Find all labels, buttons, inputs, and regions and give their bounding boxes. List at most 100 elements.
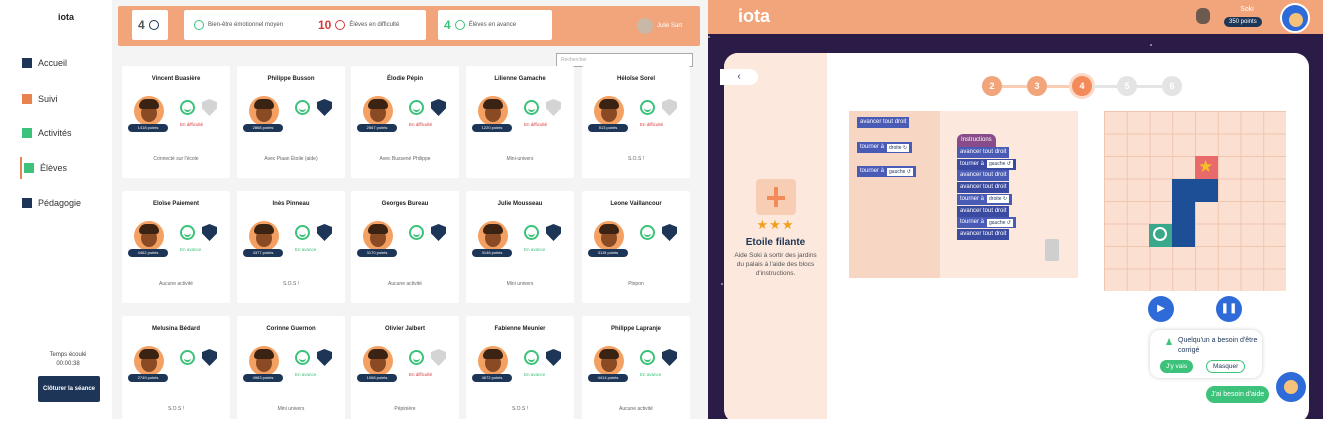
teacher-dashboard: iota Accueil Suivi Activités Élèves Pédagogi…	[0, 0, 708, 428]
student-points: 1220 points	[472, 124, 512, 132]
student-card[interactable]: Leone Vaillancour 3115 points Pinpon	[582, 191, 690, 303]
student-card[interactable]: Julie Mousseau 3146 points En avance Mini u…	[466, 191, 574, 303]
step-4[interactable]: 4	[1072, 76, 1092, 96]
student-card[interactable]: Philippe Lapranje 4414 points En avance Auc…	[582, 316, 690, 428]
turn-block[interactable]: tourner à gauche ↺	[957, 158, 1016, 170]
student-name: Lilienne Gamache	[494, 76, 546, 82]
pause-button[interactable]: ❚❚	[1216, 296, 1242, 322]
end-session-button[interactable]: Clôturer la séance	[38, 376, 100, 402]
student-card[interactable]: Olivier Jalbert 1068 points En difficulté P…	[351, 316, 459, 428]
search-input[interactable]: Rechercher	[556, 53, 693, 67]
student-card[interactable]: Vincent Buasière 1418 points En difficulté…	[122, 66, 230, 178]
forward-block[interactable]: avancer tout droit	[957, 228, 1010, 240]
status-badge: En avance	[295, 372, 317, 377]
student-points: 513 points	[588, 124, 628, 132]
student-activity: Mini univers	[277, 406, 305, 412]
turn-block[interactable]: tourner à gauche ↺	[957, 217, 1016, 229]
shield-icon	[317, 349, 332, 366]
student-card[interactable]: Fabienne Meunier 4672 points En avance S.O.…	[466, 316, 574, 428]
student-avatar	[134, 346, 164, 376]
sidebar-item-0[interactable]: Accueil	[22, 52, 112, 74]
stat-card[interactable]: 10 Élèves en difficulté	[312, 10, 426, 40]
student-card[interactable]: Melusina Bédard 2749 points S.O.S !	[122, 316, 230, 428]
stat-card[interactable]: 4	[132, 10, 168, 40]
forward-block[interactable]: avancer tout droit	[857, 117, 910, 128]
turn-block[interactable]: tourner à droite ↻	[957, 193, 1013, 205]
block-label: tourner à	[860, 144, 885, 150]
student-card[interactable]: Lilienne Gamache 1220 points En difficulté…	[466, 66, 574, 178]
stat-card[interactable]: Bien-être émotionnel moyen	[184, 10, 319, 40]
turn-right-block[interactable]: tourner à droite ↻	[857, 142, 913, 153]
turn-left-block[interactable]: tourner à gauche ↺	[857, 166, 916, 177]
stat-card[interactable]: 4 Élèves en avance	[438, 10, 552, 40]
shield-icon	[202, 99, 217, 116]
student-card[interactable]: Georges Bureau 3170 points Aucune activité	[351, 191, 459, 303]
student-points: 1418 points	[128, 124, 168, 132]
sidebar-item-2[interactable]: Activités	[22, 122, 112, 144]
student-avatar	[134, 221, 164, 251]
shield-icon	[546, 224, 561, 241]
status-badge: En avance	[524, 247, 546, 252]
step-3[interactable]: 3	[1027, 76, 1047, 96]
student-card[interactable]: Eloïse Paiement 4462 points En avance Aucun…	[122, 191, 230, 303]
step-5[interactable]: 5	[1117, 76, 1137, 96]
app-header: iota Soki 350 points	[708, 0, 1323, 34]
smile-icon	[295, 350, 310, 365]
forward-block[interactable]: avancer tout droit	[957, 182, 1010, 194]
help-button[interactable]: J'ai besoin d'aide	[1206, 386, 1270, 403]
student-name: Fabienne Meunier	[494, 326, 546, 332]
sidebar-item-3[interactable]: Élèves	[20, 157, 110, 179]
go-button[interactable]: J'y vais	[1160, 360, 1194, 373]
smile-icon	[640, 225, 655, 240]
hide-button[interactable]: Masquer	[1206, 360, 1246, 373]
user-avatar[interactable]	[1280, 3, 1310, 33]
activities-icon	[22, 128, 32, 138]
helper-avatar[interactable]	[1274, 370, 1308, 404]
sidebar-item-4[interactable]: Pédagogie	[22, 192, 112, 214]
trash-icon[interactable]	[1045, 239, 1059, 261]
direction-dropdown[interactable]: gauche ↺	[987, 218, 1013, 227]
level-stars: ★★★	[756, 217, 795, 232]
sidebar-item-label: Accueil	[38, 58, 68, 68]
student-points: 1068 points	[357, 374, 397, 382]
student-card[interactable]: Élodie Pépin 2567 points En difficulté Avec…	[351, 66, 459, 178]
forward-block[interactable]: avancer tout droit	[957, 147, 1010, 158]
smile-icon	[409, 100, 424, 115]
step-6[interactable]: 6	[1162, 76, 1182, 96]
student-points: 2567 points	[357, 124, 397, 132]
student-activity: S.O.S !	[167, 406, 185, 412]
shield-icon	[431, 224, 446, 241]
step-connector	[1002, 85, 1027, 88]
student-points: 4377 points	[243, 249, 283, 257]
student-card[interactable]: Philippe Busson 2868 points Avec Piaan Éto…	[237, 66, 345, 178]
student-points: 2749 points	[128, 374, 168, 382]
student-activity: Avec Bussené Philippe	[379, 156, 431, 162]
student-card[interactable]: Corinne Guernon 4963 points En avance Mini …	[237, 316, 345, 428]
direction-dropdown[interactable]: droite ↻	[887, 143, 910, 152]
student-activity: Pépinière	[394, 406, 416, 412]
direction-dropdown[interactable]: gauche ↺	[887, 167, 913, 176]
forward-block[interactable]: avancer tout droit	[957, 170, 1010, 182]
notification-bubble: ♟ Quelqu'un a besoin d'être corrigé J'y …	[1150, 330, 1262, 378]
student-activity: Aucune activité	[619, 406, 653, 412]
teacher-user[interactable]: Julie Sart	[636, 18, 682, 34]
sidebar-item-1[interactable]: Suivi	[22, 88, 112, 110]
star-dot	[721, 283, 723, 285]
play-button[interactable]: ▶	[1148, 296, 1174, 322]
student-name: Corinne Guernon	[266, 326, 316, 332]
back-button[interactable]: ‹	[720, 69, 758, 85]
shield-icon	[202, 349, 217, 366]
step-2[interactable]: 2	[982, 76, 1002, 96]
status-badge: En difficulté	[409, 122, 433, 127]
direction-dropdown[interactable]: gauche ↺	[987, 160, 1013, 169]
student-card[interactable]: Inès Pinneau 4377 points En avance S.O.S !	[237, 191, 345, 303]
student-activity: S.O.S !	[627, 156, 645, 162]
level-title: Etoile filante	[745, 237, 806, 248]
level-icon	[756, 179, 796, 215]
calendar-icon	[22, 58, 32, 68]
forward-block[interactable]: avancer tout droit	[957, 205, 1010, 217]
stat-label: Élèves en avance	[468, 22, 517, 28]
student-card[interactable]: Héloïse Sorel 513 points En difficulté S.O.…	[582, 66, 690, 178]
direction-dropdown[interactable]: droite ↻	[987, 195, 1010, 204]
backpack-icon[interactable]	[1196, 8, 1210, 24]
